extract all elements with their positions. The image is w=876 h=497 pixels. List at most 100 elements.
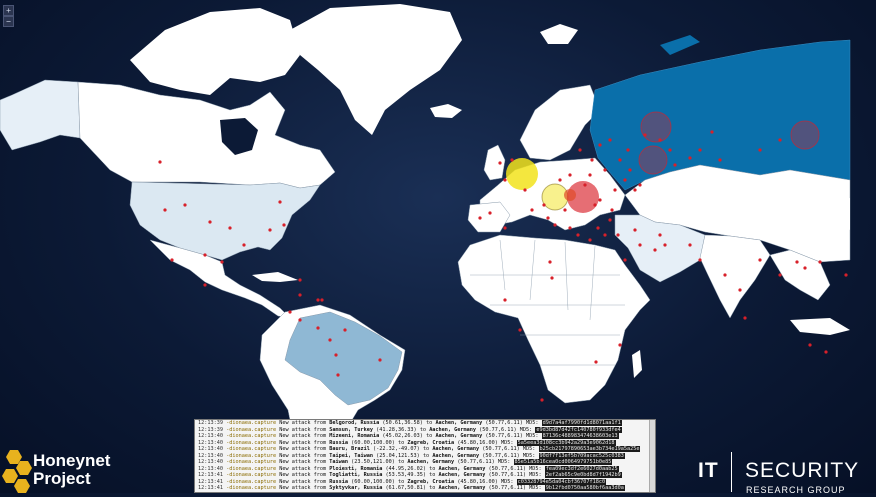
attack-dot — [576, 233, 580, 237]
log-source: -dionaea.capture — [226, 439, 277, 446]
log-md5: c03328794e5da04cbf36707f18c0 — [516, 478, 607, 485]
honeynet-logo: Honeynet Project — [0, 446, 160, 493]
log-from: Taiwan — [329, 459, 348, 465]
land-madagascar — [632, 350, 642, 378]
attack-dot — [548, 260, 552, 264]
attack-dot — [603, 233, 607, 237]
attack-dot — [488, 211, 492, 215]
attack-dot — [268, 228, 272, 232]
log-md5-label: MD5: — [526, 433, 539, 439]
log-from: Bauru, Brazil — [329, 446, 370, 452]
log-from: Taipei, Taiwan — [329, 452, 373, 459]
attack-dot — [550, 276, 554, 280]
attack-dot — [710, 130, 714, 134]
log-to-word: to — [429, 485, 436, 491]
attack-dot — [593, 203, 597, 207]
attack-dot — [824, 350, 828, 354]
attack-dot — [523, 188, 527, 192]
log-time: 12:13:41 — [198, 485, 223, 491]
log-source: -dionaea.capture — [226, 478, 277, 485]
attack-dot — [298, 318, 302, 322]
log-source: -dionaea.capture — [226, 426, 277, 433]
log-time: 12:13:41 — [198, 472, 223, 478]
log-from-coords: (53.53,49.35) — [385, 472, 427, 478]
log-to-word: to — [429, 465, 436, 472]
attack-dot — [170, 258, 174, 262]
attack-dot — [643, 133, 647, 137]
hotspot-russia-west — [640, 111, 672, 143]
land-canada — [77, 81, 336, 189]
zoom-out-button[interactable]: − — [3, 16, 14, 27]
attack-dot — [590, 158, 594, 162]
security-label: SECURITY — [745, 459, 860, 482]
log-time: 12:13:39 — [198, 420, 223, 426]
attack-dot — [623, 258, 627, 262]
attack-dot — [288, 310, 292, 314]
log-to: Aachen, Germany — [432, 446, 480, 452]
attack-dot — [242, 243, 246, 247]
log-md5-label: MD5: — [529, 472, 542, 478]
log-scrollbar[interactable] — [649, 420, 655, 492]
log-row: 12:13:41 -dionaea.capture New attack fro… — [195, 485, 655, 492]
log-to: Aachen, Germany — [435, 420, 483, 426]
attack-dot — [818, 260, 822, 264]
log-time: 12:13:40 — [198, 433, 223, 439]
attack-dot — [673, 163, 677, 167]
attack-dot — [553, 223, 557, 227]
attack-dot — [336, 373, 340, 377]
attack-dot — [542, 203, 546, 207]
attack-dot — [498, 161, 502, 165]
log-from-coords: (45.02,26.03) — [382, 433, 423, 439]
attack-dot — [638, 183, 642, 187]
attack-dot — [158, 160, 162, 164]
log-to-coords: (50.77,6.11) — [488, 472, 527, 478]
attack-dot — [663, 243, 667, 247]
log-to-word: to — [397, 439, 405, 446]
log-to-word: to — [426, 433, 433, 439]
attack-dot — [510, 158, 514, 162]
log-to-word: to — [397, 459, 405, 465]
attack-dot — [618, 343, 622, 347]
log-time: 12:13:40 — [198, 452, 223, 459]
attack-dot — [698, 258, 702, 262]
log-to: Aachen, Germany — [435, 433, 483, 439]
land-cuba — [252, 272, 298, 282]
zoom-in-button[interactable]: + — [3, 5, 14, 16]
hotspot-russia-east — [790, 120, 820, 150]
log-text: New attack from — [279, 426, 327, 433]
log-time: 12:13:40 — [198, 446, 223, 452]
attack-dot — [596, 226, 600, 230]
log-md5: 2ef2ab65c9e0bd8d7f1942b9 — [544, 472, 622, 478]
log-md5-label: MD5: — [526, 420, 539, 426]
log-from-coords: (25.04,121.53) — [376, 452, 420, 459]
attack-dot — [633, 228, 637, 232]
attack-dot — [738, 288, 742, 292]
log-from-coords: (41.28,36.33) — [376, 426, 417, 433]
log-to-coords: (50.77,6.11) — [488, 465, 527, 472]
log-source: -dionaea.capture — [226, 446, 277, 452]
attack-dot — [623, 178, 627, 182]
research-group-label: RESEARCH GROUP — [746, 485, 846, 495]
log-md5-label: MD5: — [529, 485, 542, 491]
attack-log-panel[interactable]: 12:13:39 -dionaea.capture New attack fro… — [194, 419, 656, 493]
log-to-coords: (50.77,6.11) — [457, 459, 495, 465]
log-to-word: to — [422, 452, 430, 459]
attack-dot — [183, 203, 187, 207]
land-iceland — [430, 104, 462, 118]
attack-dot — [628, 168, 632, 172]
log-md5: e9d3bd87d42fc140780f933dfe4 — [535, 426, 622, 433]
log-md5: d9d7a4af7990fd1d8071aa1f1 — [541, 420, 622, 426]
attack-dot — [530, 208, 534, 212]
log-md5-label: MD5: — [522, 446, 536, 452]
log-source: -dionaea.capture — [226, 465, 277, 472]
log-from: Togliatti, Russia — [329, 472, 383, 478]
attack-dot — [316, 326, 320, 330]
attack-dot — [618, 158, 622, 162]
log-md5: 90df7f13ef5b709acac525c0383 — [538, 452, 625, 459]
log-to-word: to — [419, 426, 427, 433]
attack-dot — [588, 238, 592, 242]
attack-dot — [743, 316, 747, 320]
log-source: -dionaea.capture — [226, 420, 277, 426]
land-africa — [457, 234, 651, 404]
log-to-word: to — [426, 420, 433, 426]
